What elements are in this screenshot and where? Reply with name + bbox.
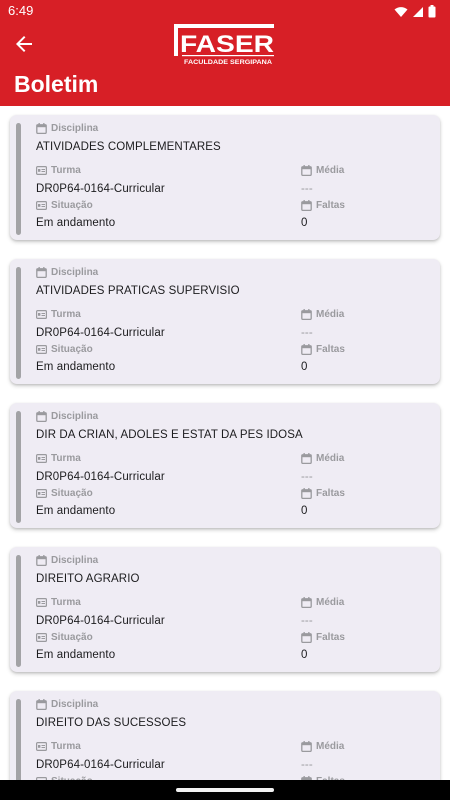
media-label: Média	[301, 163, 344, 177]
disciplina-value: DIREITO AGRARIO	[36, 573, 140, 585]
id-card-icon	[36, 453, 47, 463]
disciplina-label: Disciplina	[36, 697, 98, 711]
faser-logo: FASER FACULDADE SERGIPANA	[174, 24, 274, 66]
card-accent-bar	[16, 123, 21, 235]
id-card-icon	[36, 488, 47, 498]
situacao-value: Em andamento	[36, 505, 116, 517]
disciplina-label: Disciplina	[36, 553, 98, 567]
svg-text:FASER: FASER	[180, 31, 274, 58]
calendar-icon	[301, 740, 312, 752]
calendar-icon	[301, 631, 312, 643]
svg-text:FACULDADE SERGIPANA: FACULDADE SERGIPANA	[184, 59, 272, 66]
id-card-icon	[36, 597, 47, 607]
media-label: Média	[301, 451, 344, 465]
course-card[interactable]: Disciplina DIR DA CRIAN, ADOLES E ESTAT D…	[10, 403, 440, 528]
course-list[interactable]: Disciplina ATIVIDADES COMPLEMENTARES Turma…	[0, 106, 450, 780]
calendar-icon	[301, 343, 312, 355]
calendar-icon	[36, 266, 47, 278]
situacao-label: Situação	[36, 486, 93, 500]
home-handle[interactable]	[176, 788, 274, 792]
turma-label: Turma	[36, 451, 81, 465]
disciplina-label: Disciplina	[36, 265, 98, 279]
navigation-bar	[0, 780, 450, 800]
calendar-icon	[301, 452, 312, 464]
calendar-icon	[301, 596, 312, 608]
situacao-label: Situação	[36, 630, 93, 644]
disciplina-value: ATIVIDADES PRATICAS SUPERVISIO	[36, 285, 240, 297]
course-card[interactable]: Disciplina DIREITO AGRARIO Turma Média DR0P6…	[10, 547, 440, 672]
faltas-value: 0	[301, 505, 308, 517]
disciplina-value: DIREITO DAS SUCESSOES	[36, 717, 187, 729]
battery-icon	[428, 5, 436, 18]
situacao-value: Em andamento	[36, 649, 116, 661]
calendar-icon	[301, 487, 312, 499]
faltas-label: Faltas	[301, 198, 345, 212]
id-card-icon	[36, 741, 47, 751]
app-bar: 6:49 FASER FACULDADE SERGIPANA Boletim	[0, 0, 450, 106]
id-card-icon	[36, 632, 47, 642]
id-card-icon	[36, 309, 47, 319]
faltas-label: Faltas	[301, 630, 345, 644]
media-label: Média	[301, 595, 344, 609]
id-card-icon	[36, 200, 47, 210]
card-accent-bar	[16, 267, 21, 379]
wifi-icon	[394, 6, 408, 17]
calendar-icon	[36, 410, 47, 422]
arrow-back-icon[interactable]	[12, 32, 36, 56]
turma-value: DR0P64-0164-Curricular	[36, 759, 165, 771]
media-label: Média	[301, 307, 344, 321]
turma-label: Turma	[36, 163, 81, 177]
situacao-value: Em andamento	[36, 361, 116, 373]
faltas-value: 0	[301, 361, 308, 373]
faltas-value: 0	[301, 217, 308, 229]
faltas-label: Faltas	[301, 486, 345, 500]
disciplina-label: Disciplina	[36, 409, 98, 423]
status-bar: 6:49	[0, 0, 450, 24]
disciplina-value: DIR DA CRIAN, ADOLES E ESTAT DA PES IDOS…	[36, 429, 303, 441]
media-value: ---	[301, 759, 313, 771]
turma-value: DR0P64-0164-Curricular	[36, 615, 165, 627]
course-card[interactable]: Disciplina ATIVIDADES COMPLEMENTARES Turma…	[10, 115, 440, 240]
calendar-icon	[36, 122, 47, 134]
signal-icon	[413, 6, 423, 17]
media-value: ---	[301, 471, 313, 483]
calendar-icon	[36, 698, 47, 710]
disciplina-value: ATIVIDADES COMPLEMENTARES	[36, 141, 221, 153]
media-value: ---	[301, 615, 313, 627]
media-label: Média	[301, 739, 344, 753]
media-value: ---	[301, 327, 313, 339]
turma-value: DR0P64-0164-Curricular	[36, 183, 165, 195]
calendar-icon	[301, 199, 312, 211]
id-card-icon	[36, 165, 47, 175]
status-time: 6:49	[8, 3, 34, 18]
turma-label: Turma	[36, 595, 81, 609]
turma-label: Turma	[36, 307, 81, 321]
faltas-value: 0	[301, 649, 308, 661]
id-card-icon	[36, 344, 47, 354]
course-card[interactable]: Disciplina DIREITO DAS SUCESSOES Turma Médi…	[10, 691, 440, 780]
page-title: Boletim	[14, 71, 99, 97]
turma-value: DR0P64-0164-Curricular	[36, 327, 165, 339]
calendar-icon	[36, 554, 47, 566]
situacao-label: Situação	[36, 342, 93, 356]
situacao-label: Situação	[36, 198, 93, 212]
disciplina-label: Disciplina	[36, 121, 98, 135]
media-value: ---	[301, 183, 313, 195]
calendar-icon	[301, 164, 312, 176]
course-card[interactable]: Disciplina ATIVIDADES PRATICAS SUPERVISIO…	[10, 259, 440, 384]
faltas-label: Faltas	[301, 342, 345, 356]
turma-value: DR0P64-0164-Curricular	[36, 471, 165, 483]
card-accent-bar	[16, 411, 21, 523]
turma-label: Turma	[36, 739, 81, 753]
status-icons	[394, 5, 436, 18]
card-accent-bar	[16, 555, 21, 667]
situacao-value: Em andamento	[36, 217, 116, 229]
card-accent-bar	[16, 699, 21, 780]
calendar-icon	[301, 308, 312, 320]
